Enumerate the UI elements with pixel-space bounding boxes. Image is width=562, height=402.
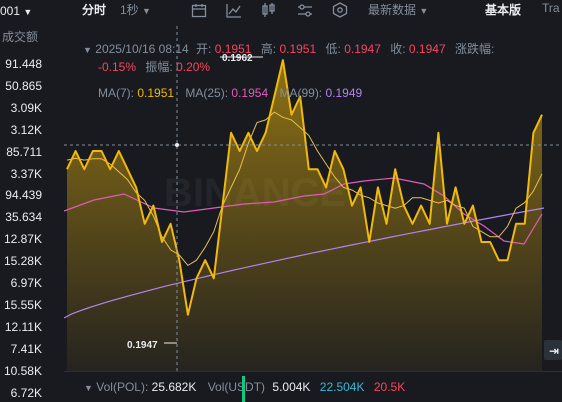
ohlc-high: 0.1951 bbox=[279, 42, 317, 56]
left-header[interactable]: 001 ▼ bbox=[0, 4, 32, 18]
vol-ma1-value: 22.504K bbox=[319, 380, 365, 394]
ohlc-row-1: ▼ 2025/10/16 08:14 开: 0.1951 高: 0.1951 低… bbox=[83, 42, 495, 56]
candlestick-icon[interactable] bbox=[260, 2, 276, 18]
left-value-13: 7.41K bbox=[10, 341, 42, 356]
line-chart-icon[interactable] bbox=[226, 3, 242, 18]
left-value-14: 10.58K bbox=[3, 363, 42, 378]
interval-select[interactable]: 1秒 ▼ bbox=[120, 1, 151, 18]
ohlc-row-2: -0.15% 振幅: 0.20% bbox=[98, 60, 211, 74]
price-chart[interactable]: BINANCE 0.1962 0.1947 ⇥ bbox=[64, 26, 562, 371]
left-subheader: 成交额 bbox=[2, 30, 39, 44]
vol-pol-value: 25.682K bbox=[151, 380, 197, 394]
ohlc-open: 0.1951 bbox=[214, 42, 252, 56]
ohlc-change: -0.15% bbox=[98, 60, 137, 74]
left-value-9: 15.28K bbox=[3, 254, 42, 269]
left-value-1: 50.865 bbox=[5, 78, 42, 93]
left-value-8: 12.87K bbox=[3, 232, 42, 247]
ma99-value: 0.1949 bbox=[325, 86, 363, 100]
left-value-15: 6.72K bbox=[10, 385, 42, 400]
left-value-7: 35.634 bbox=[5, 210, 42, 225]
volume-bar bbox=[242, 376, 245, 402]
left-value-3: 3.12K bbox=[10, 122, 42, 137]
ma-legend: MA(7): 0.1951 MA(25): 0.1954 MA(99): 0.1… bbox=[98, 86, 363, 100]
latest-data-select[interactable]: 最新数据 ▼ bbox=[368, 1, 428, 18]
tab-timeshare[interactable]: 分时 bbox=[82, 1, 106, 18]
left-value-10: 6.97K bbox=[10, 276, 42, 290]
indicator-icon[interactable] bbox=[332, 2, 348, 18]
calendar-icon[interactable] bbox=[191, 3, 207, 18]
vol-ma2-value: 20.5K bbox=[373, 380, 406, 394]
ohlc-close: 0.1947 bbox=[408, 42, 446, 56]
vol-usdt-value: 5.004K bbox=[272, 380, 311, 394]
left-value-5: 3.37K bbox=[10, 166, 42, 181]
ma25-value: 0.1954 bbox=[231, 86, 269, 100]
price-area-fill bbox=[67, 60, 542, 371]
ohlc-amplitude: 0.20% bbox=[176, 60, 211, 74]
left-value-2: 3.09K bbox=[10, 100, 42, 115]
settings-icon[interactable] bbox=[297, 3, 313, 18]
left-value-11: 15.55K bbox=[3, 297, 42, 312]
ma7-value: 0.1951 bbox=[137, 86, 175, 100]
left-value-12: 12.11K bbox=[4, 319, 42, 334]
ohlc-low: 0.1947 bbox=[344, 42, 381, 56]
scroll-to-latest-icon: ⇥ bbox=[549, 344, 559, 358]
volume-legend: ▼ Vol(POL): 25.682K Vol(USDT) 5.004K 22.… bbox=[64, 371, 562, 402]
chart-toolbar: 分时 1秒 ▼ 最新数据 ▼ 基本版 Tra bbox=[64, 0, 562, 20]
tradingview-button[interactable]: Tra bbox=[542, 1, 560, 15]
ohlc-date: 2025/10/16 08:14 bbox=[95, 42, 189, 56]
left-value-0: 91.448 bbox=[5, 57, 42, 71]
left-value-4: 85.711 bbox=[6, 144, 42, 159]
left-value-6: 94.439 bbox=[5, 188, 42, 203]
left-volume-column: 001 ▼ 成交额 91.448 50.865 3.09K 3.12K 85.711 3.… bbox=[0, 0, 64, 401]
low-marker-label: 0.1947 bbox=[127, 340, 158, 351]
crosshair-point bbox=[175, 143, 179, 147]
basic-version-button[interactable]: 基本版 bbox=[485, 1, 521, 18]
